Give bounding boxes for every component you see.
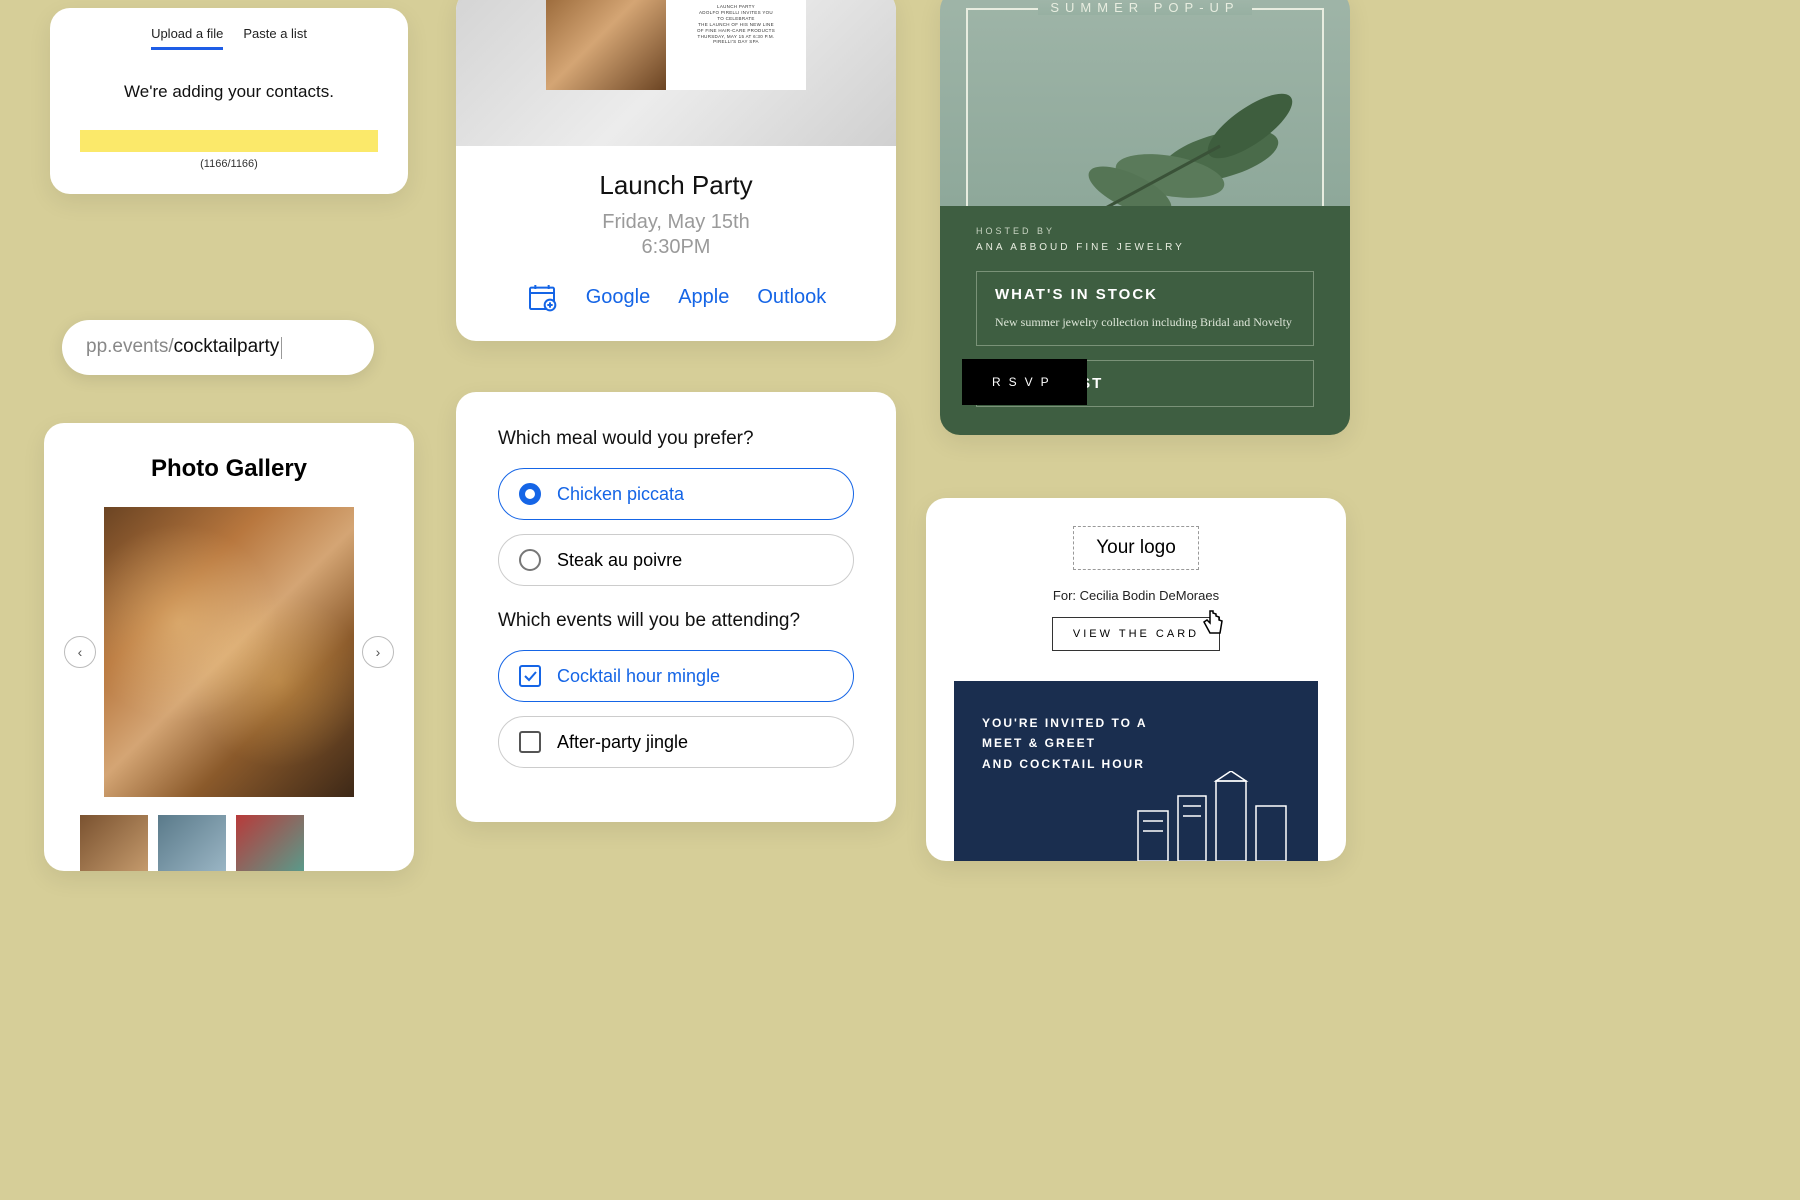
url-prefix: pp.events/ xyxy=(86,336,174,357)
navy-invite-preview: YOU'RE INVITED TO A MEET & GREET AND COC… xyxy=(954,681,1318,861)
meal-question: Which meal would you prefer? xyxy=(498,428,854,450)
option-label: Chicken piccata xyxy=(557,484,684,505)
event-time: 6:30PM xyxy=(456,236,896,259)
popup-details: HOSTED BY ANA ABBOUD FINE JEWELRY WHAT'S… xyxy=(940,206,1350,435)
calendar-google-link[interactable]: Google xyxy=(586,286,651,309)
upload-tabs: Upload a file Paste a list xyxy=(74,26,384,50)
calendar-links: Google Apple Outlook xyxy=(456,281,896,313)
rsvp-questions-card: Which meal would you prefer? Chicken pic… xyxy=(456,392,896,822)
gallery-thumb[interactable] xyxy=(236,815,304,871)
hero-details-text: LAUNCH PARTY ADOLFO PIRELLI INVITES YOU … xyxy=(674,4,798,45)
launch-hero-image: Join us LAUNCH PARTY ADOLFO PIRELLI INVI… xyxy=(456,0,896,146)
navy-line: YOU'RE INVITED TO A xyxy=(982,713,1290,733)
stock-description: New summer jewelry collection including … xyxy=(995,313,1295,331)
calendar-apple-link[interactable]: Apple xyxy=(678,286,729,309)
photo-gallery-card: Photo Gallery ‹ › xyxy=(44,423,414,871)
hosted-by-name: ANA ABBOUD FINE JEWELRY xyxy=(976,242,1314,253)
event-date: Friday, May 15th xyxy=(456,211,896,234)
url-slug: cocktailparty xyxy=(174,336,280,357)
event-title: Launch Party xyxy=(456,170,896,201)
option-label: Cocktail hour mingle xyxy=(557,666,720,687)
option-label: Steak au poivre xyxy=(557,550,682,571)
skyline-icon xyxy=(1128,771,1298,861)
events-question: Which events will you be attending? xyxy=(498,610,854,632)
rsvp-button[interactable]: RSVP xyxy=(962,359,1087,405)
invite-preview-card: Your logo For: Cecilia Bodin DeMoraes VI… xyxy=(926,498,1346,861)
gallery-main: ‹ › xyxy=(68,507,390,797)
radio-unselected-icon xyxy=(519,549,541,571)
gallery-next-button[interactable]: › xyxy=(362,636,394,668)
whats-in-stock-section: WHAT'S IN STOCK New summer jewelry colle… xyxy=(976,271,1314,346)
calendar-add-icon xyxy=(526,281,558,313)
gallery-thumb[interactable] xyxy=(158,815,226,871)
gallery-thumbnails xyxy=(68,815,390,871)
contacts-progress-bar xyxy=(80,130,378,152)
contacts-status-message: We're adding your contacts. xyxy=(74,82,384,102)
cursor-hand-icon xyxy=(1198,607,1228,641)
contacts-progress-count: (1166/1166) xyxy=(74,158,384,170)
checkbox-checked-icon xyxy=(519,665,541,687)
summer-popup-invite: SUMMER POP-UP HOSTED BY ANA ABBOUD FINE … xyxy=(940,0,1350,435)
event-option-afterparty[interactable]: After-party jingle xyxy=(498,716,854,768)
event-option-cocktail[interactable]: Cocktail hour mingle xyxy=(498,650,854,702)
contacts-upload-card: Upload a file Paste a list We're adding … xyxy=(50,8,408,194)
hosted-by-label: HOSTED BY xyxy=(976,226,1314,236)
text-cursor-icon xyxy=(281,337,282,359)
popup-title: SUMMER POP-UP xyxy=(1038,0,1251,15)
tab-paste-list[interactable]: Paste a list xyxy=(243,26,307,50)
meal-option-steak[interactable]: Steak au poivre xyxy=(498,534,854,586)
navy-line: MEET & GREET xyxy=(982,733,1290,753)
view-card-wrap: VIEW THE CARD xyxy=(1052,617,1220,651)
checkbox-unchecked-icon xyxy=(519,731,541,753)
hero-photo xyxy=(546,0,666,90)
gallery-thumb[interactable] xyxy=(80,815,148,871)
calendar-outlook-link[interactable]: Outlook xyxy=(757,286,826,309)
recipient-line: For: Cecilia Bodin DeMoraes xyxy=(962,588,1310,603)
gallery-image[interactable] xyxy=(104,507,354,797)
radio-selected-icon xyxy=(519,483,541,505)
view-card-button[interactable]: VIEW THE CARD xyxy=(1052,617,1220,651)
meal-option-chicken[interactable]: Chicken piccata xyxy=(498,468,854,520)
hero-invite-text: Join us LAUNCH PARTY ADOLFO PIRELLI INVI… xyxy=(666,0,806,90)
launch-party-card: Join us LAUNCH PARTY ADOLFO PIRELLI INVI… xyxy=(456,0,896,341)
tab-upload-file[interactable]: Upload a file xyxy=(151,26,223,50)
option-label: After-party jingle xyxy=(557,732,688,753)
gallery-prev-button[interactable]: ‹ xyxy=(64,636,96,668)
plant-leaf-icon xyxy=(1040,76,1320,216)
gallery-title: Photo Gallery xyxy=(68,455,390,483)
popup-hero: SUMMER POP-UP xyxy=(940,0,1350,206)
event-url-input[interactable]: pp.events/cocktailparty xyxy=(62,320,374,375)
logo-placeholder[interactable]: Your logo xyxy=(1073,526,1199,570)
stock-title: WHAT'S IN STOCK xyxy=(995,286,1295,303)
